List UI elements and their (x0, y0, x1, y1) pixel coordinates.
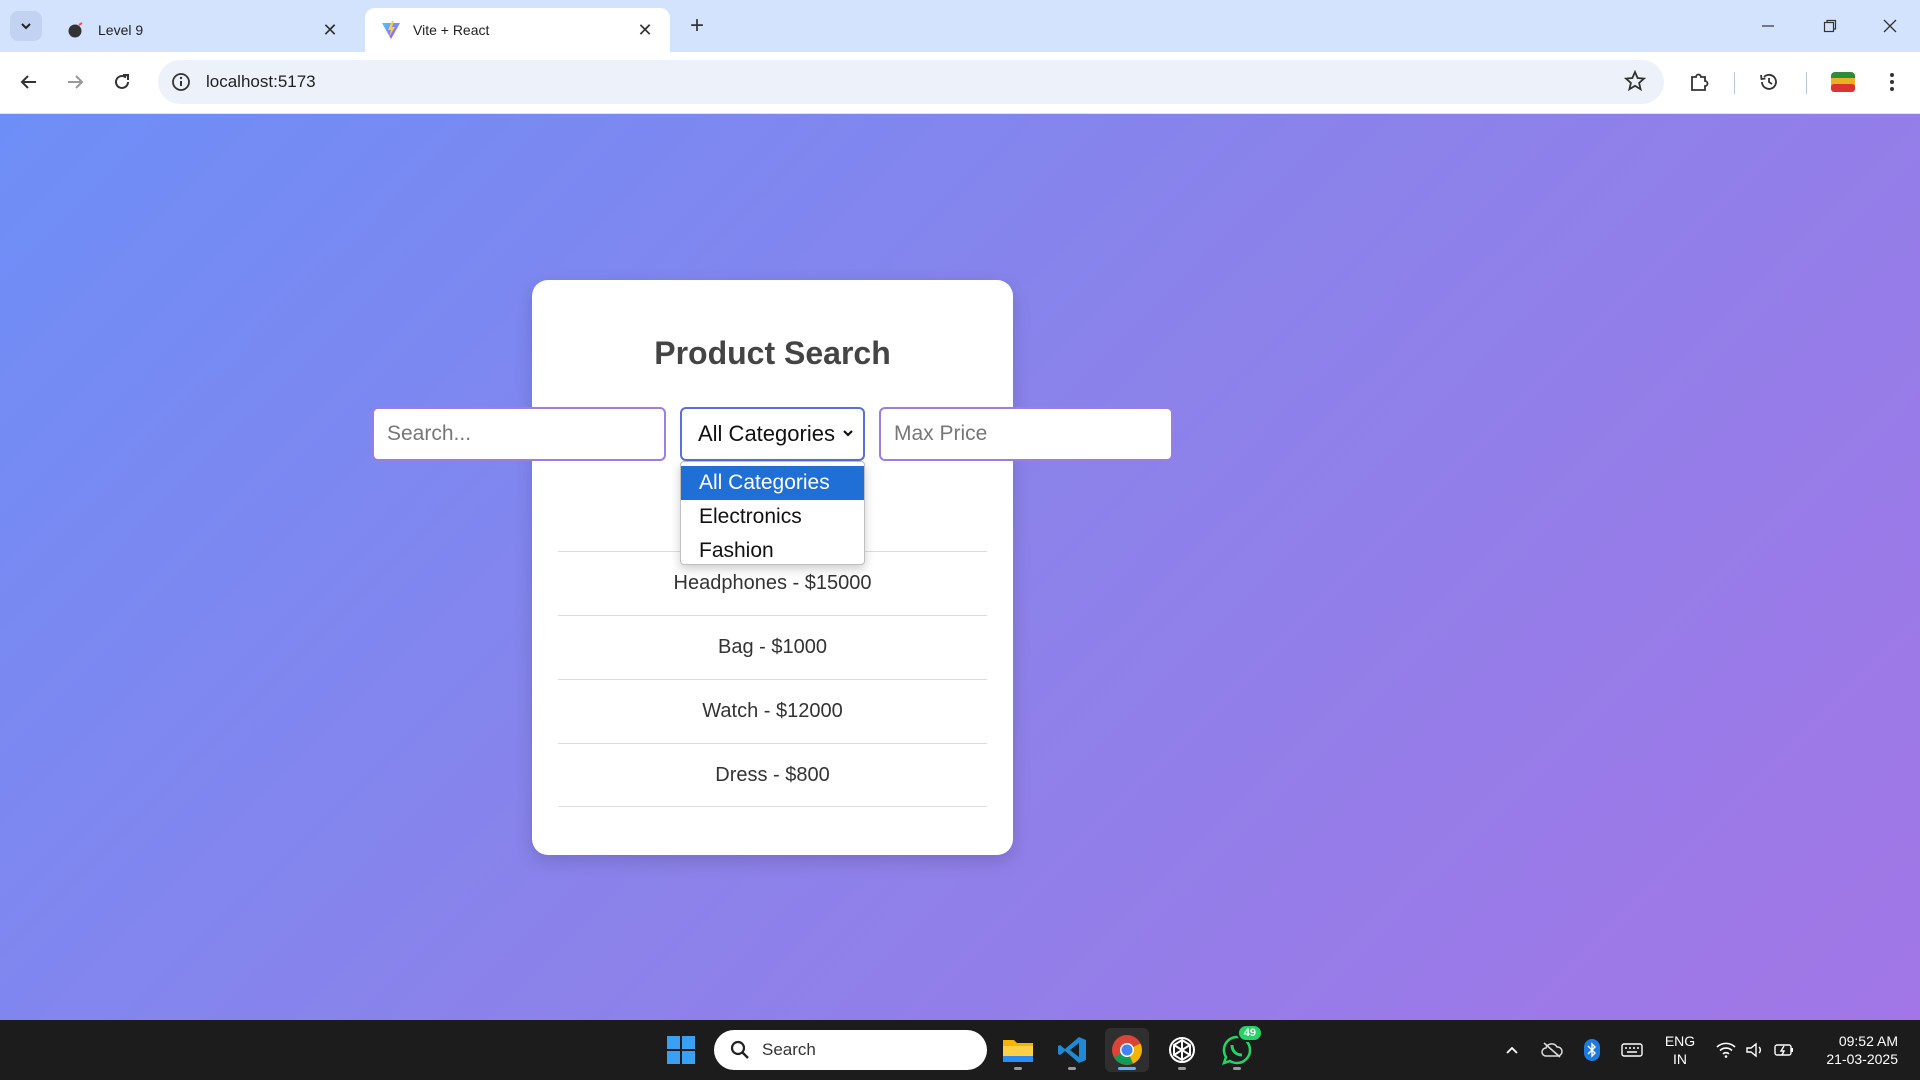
tab-level-9[interactable]: Level 9 ✕ (50, 8, 355, 52)
taskbar-search[interactable]: Search (714, 1030, 987, 1070)
reload-icon (115, 74, 129, 89)
site-info-icon[interactable] (170, 71, 192, 93)
option-fashion[interactable]: Fashion (681, 534, 864, 568)
vscode-icon (1058, 1037, 1086, 1063)
puzzle-icon (1691, 73, 1709, 91)
tab-title: Vite + React (413, 22, 490, 38)
extensions-button[interactable] (1683, 66, 1715, 98)
address-bar[interactable]: localhost:5173 (158, 60, 1664, 104)
search-icon (730, 1040, 749, 1059)
chrome-icon (1112, 1035, 1142, 1065)
history-button[interactable] (1753, 66, 1785, 98)
chrome-app[interactable] (1105, 1028, 1149, 1072)
browser-menu-button[interactable] (1876, 66, 1908, 98)
file-explorer-app[interactable] (996, 1028, 1040, 1072)
notification-badge: 49 (1236, 1024, 1263, 1042)
new-tab-button[interactable]: + (683, 12, 711, 40)
option-all-categories[interactable]: All Categories (681, 466, 864, 500)
list-item: Bag - $1000 (558, 615, 987, 679)
restore-icon (1823, 19, 1837, 33)
bluetooth-icon[interactable] (1580, 1038, 1604, 1062)
close-icon (1883, 19, 1897, 33)
chevron-up-icon (1506, 1046, 1518, 1054)
page-title: Product Search (654, 335, 891, 371)
region-code: IN (1673, 1051, 1687, 1067)
history-icon (1760, 74, 1777, 90)
toolbar-divider (1734, 72, 1735, 94)
more-vertical-icon (1890, 73, 1894, 91)
profile-button[interactable] (1827, 66, 1859, 98)
volume-icon[interactable] (1743, 1038, 1767, 1062)
tab-title: Level 9 (98, 22, 144, 38)
onedrive-icon[interactable] (1540, 1038, 1564, 1062)
chevron-down-icon (21, 23, 31, 30)
keyboard-icon[interactable] (1620, 1038, 1644, 1062)
max-price-input[interactable] (879, 407, 1173, 461)
restore-button[interactable] (1810, 8, 1850, 44)
taskbar-search-label: Search (762, 1040, 816, 1059)
start-button[interactable] (659, 1028, 703, 1072)
tab-strip: Level 9 ✕ Vite + React ✕ + (0, 0, 1920, 52)
bomb-icon (66, 20, 86, 40)
category-selected-value: All Categories (698, 421, 835, 446)
folder-icon (1003, 1040, 1033, 1062)
whatsapp-app[interactable]: 49 (1215, 1024, 1263, 1072)
category-dropdown: All Categories Electronics Fashion (680, 461, 865, 565)
url-text: localhost:5173 (206, 72, 316, 91)
search-input[interactable] (372, 407, 666, 461)
clock-date: 21-03-2025 (1826, 1051, 1898, 1067)
tab-search-button[interactable] (10, 11, 42, 41)
category-select[interactable]: All Categories (680, 407, 865, 461)
page-viewport: Product Search All Categories Headphones… (0, 114, 1920, 1020)
clock[interactable]: 09:52 AM 21-03-2025 (1810, 1032, 1898, 1068)
close-tab-icon[interactable]: ✕ (634, 19, 656, 41)
back-button[interactable] (11, 64, 47, 100)
show-hidden-icons-button[interactable] (1500, 1038, 1524, 1062)
list-item: Watch - $12000 (558, 679, 987, 743)
chevron-down-icon (843, 430, 853, 437)
minimize-button[interactable] (1748, 8, 1788, 44)
browser-toolbar: localhost:5173 (0, 52, 1920, 114)
chatgpt-icon (1169, 1037, 1195, 1063)
arrow-right-icon (68, 75, 84, 89)
vscode-app[interactable] (1050, 1028, 1094, 1072)
arrow-left-icon (20, 75, 36, 89)
minimize-icon (1762, 25, 1774, 27)
bookmark-star-icon[interactable] (1623, 69, 1647, 97)
language-indicator[interactable]: ENG IN (1660, 1032, 1700, 1068)
vite-icon (381, 20, 401, 40)
product-list: Headphones - $15000 Bag - $1000 Watch - … (558, 551, 987, 807)
language-code: ENG (1664, 1033, 1696, 1049)
reload-button[interactable] (104, 64, 140, 100)
close-window-button[interactable] (1870, 8, 1910, 44)
running-indicator (1014, 1067, 1022, 1070)
running-indicator (1233, 1067, 1241, 1070)
forward-button[interactable] (57, 64, 93, 100)
list-item: Dress - $800 (558, 743, 987, 807)
chatgpt-app[interactable] (1160, 1028, 1204, 1072)
toolbar-divider (1806, 72, 1807, 94)
profile-avatar-icon (1831, 72, 1855, 92)
running-indicator (1178, 1067, 1186, 1070)
active-indicator (1118, 1067, 1136, 1070)
windows-icon (667, 1036, 695, 1064)
wifi-icon[interactable] (1714, 1038, 1738, 1062)
tab-vite-react[interactable]: Vite + React ✕ (365, 8, 670, 52)
battery-icon[interactable] (1772, 1038, 1796, 1062)
option-electronics[interactable]: Electronics (681, 500, 864, 534)
running-indicator (1068, 1067, 1076, 1070)
close-tab-icon[interactable]: ✕ (319, 19, 341, 41)
taskbar: Search 49 ENG IN 09:52 AM 21-03-2025 (0, 1020, 1920, 1080)
clock-time: 09:52 AM (1838, 1033, 1898, 1049)
